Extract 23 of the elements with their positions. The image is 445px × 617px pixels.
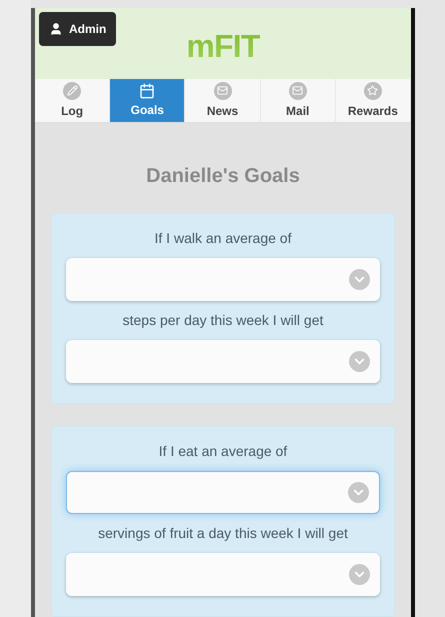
select-field[interactable] <box>66 471 380 514</box>
goal-text: servings of fruit a day this week I will get <box>97 524 349 543</box>
envelope-icon <box>214 82 232 100</box>
nav-tab[interactable]: Rewards <box>336 79 412 122</box>
user-icon <box>49 22 63 36</box>
chevron-down-icon <box>349 351 370 372</box>
admin-button[interactable]: Admin <box>39 12 116 46</box>
select-field[interactable] <box>66 553 380 596</box>
select-field[interactable] <box>66 258 380 301</box>
nav-tab[interactable]: Goals <box>110 79 186 122</box>
calendar-icon <box>139 82 156 99</box>
goal-prompt: If I eat an average of <box>158 442 288 461</box>
goal-prompt: If I walk an average of <box>154 229 292 248</box>
chevron-down-icon <box>349 269 370 290</box>
nav-tab[interactable]: News <box>185 79 261 122</box>
chevron-down-icon <box>349 564 370 585</box>
nav-tab[interactable]: Mail <box>260 79 336 122</box>
chevron-down-icon <box>348 482 369 503</box>
pencil-icon <box>63 82 82 100</box>
goal-text: steps per day this week I will get <box>122 311 324 330</box>
envelope-icon <box>288 82 307 100</box>
page-title: Danielle's Goals <box>145 164 301 189</box>
select-field[interactable] <box>66 340 380 383</box>
